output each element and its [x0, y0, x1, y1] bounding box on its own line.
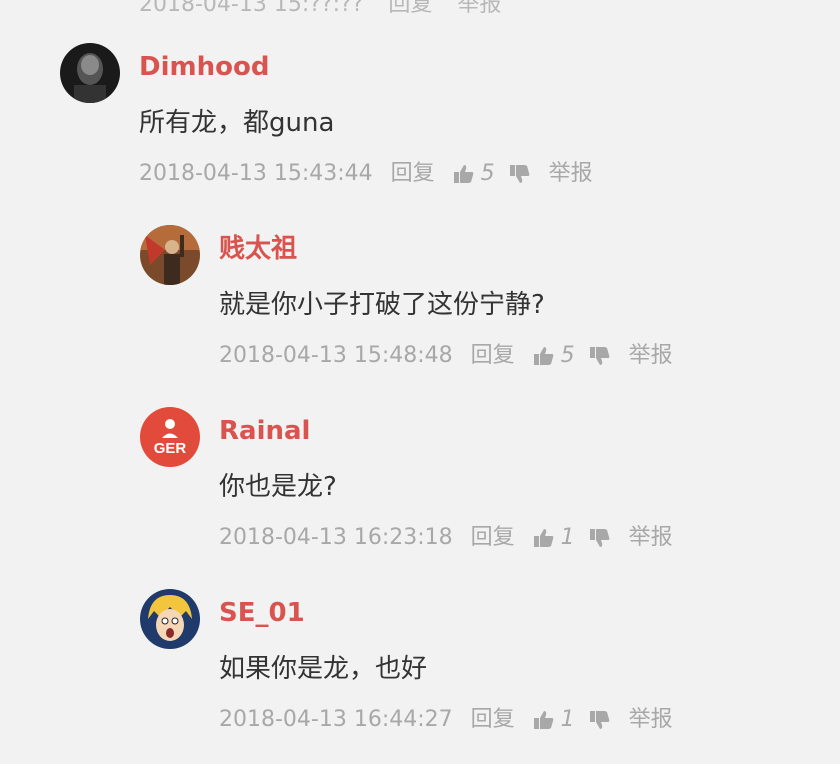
avatar[interactable]	[60, 43, 120, 103]
comment-meta: 2018-04-13 15:48:48 回复 5 举报	[219, 342, 673, 370]
thumbs-down-icon	[509, 165, 530, 183]
comment-meta: 2018-04-13 16:23:18 回复 1 举报	[219, 524, 673, 552]
reply-button[interactable]: 回复	[471, 342, 515, 370]
reply-button[interactable]: 回复	[391, 160, 435, 188]
comment-text: 所有龙，都guna	[139, 108, 335, 138]
like-count: 1	[560, 525, 575, 550]
thumbs-down-icon	[589, 529, 610, 547]
thumbs-down-icon	[589, 347, 610, 365]
reply-button[interactable]: 回复	[471, 524, 515, 552]
username[interactable]: Dimhood	[139, 51, 269, 83]
report-button[interactable]: 举报	[629, 524, 673, 552]
thumbs-up-icon	[533, 711, 554, 729]
comment-text: 就是你小子打破了这份宁静?	[219, 290, 545, 320]
thumbs-down-icon	[589, 711, 610, 729]
comment-time: 2018-04-13 15:43:44	[139, 161, 373, 186]
like-button[interactable]: 5	[453, 160, 495, 188]
like-button[interactable]: 5	[533, 342, 575, 370]
previous-report-button[interactable]: 举报	[457, 0, 501, 17]
dislike-button[interactable]	[589, 527, 611, 549]
report-button[interactable]: 举报	[629, 342, 673, 370]
dislike-button[interactable]	[509, 163, 531, 185]
comment-time: 2018-04-13 15:48:48	[219, 343, 453, 368]
thumbs-up-icon	[533, 347, 554, 365]
comment-text: 你也是龙?	[219, 472, 337, 502]
previous-comment-time: 2018-04-13 15:??:??	[139, 0, 364, 17]
username[interactable]: SE_01	[219, 597, 305, 629]
thumbs-up-icon	[453, 165, 474, 183]
previous-reply-button[interactable]: 回复	[388, 0, 432, 17]
dislike-button[interactable]	[589, 345, 611, 367]
comment-time: 2018-04-13 16:44:27	[219, 707, 453, 732]
like-button[interactable]: 1	[533, 706, 575, 734]
like-count: 1	[560, 707, 575, 732]
like-count: 5	[480, 161, 495, 186]
comment-time: 2018-04-13 16:23:18	[219, 525, 453, 550]
comment-text: 如果你是龙，也好	[219, 654, 428, 684]
like-button[interactable]: 1	[533, 524, 575, 552]
username[interactable]: Rainal	[219, 415, 310, 447]
avatar[interactable]	[140, 589, 200, 649]
avatar-text: GER	[154, 440, 187, 457]
thumbs-up-icon	[533, 529, 554, 547]
report-button[interactable]: 举报	[629, 706, 673, 734]
avatar[interactable]	[140, 225, 200, 285]
report-button[interactable]: 举报	[549, 160, 593, 188]
username[interactable]: 贱太祖	[219, 233, 297, 265]
comment-meta: 2018-04-13 15:43:44 回复 5 举报	[139, 160, 593, 188]
like-count: 5	[560, 343, 575, 368]
avatar[interactable]: GER	[140, 407, 200, 467]
dislike-button[interactable]	[589, 709, 611, 731]
previous-comment-meta: 2018-04-13 15:??:?? 回复 举报	[139, 0, 519, 18]
comment-meta: 2018-04-13 16:44:27 回复 1 举报	[219, 706, 673, 734]
reply-button[interactable]: 回复	[471, 706, 515, 734]
